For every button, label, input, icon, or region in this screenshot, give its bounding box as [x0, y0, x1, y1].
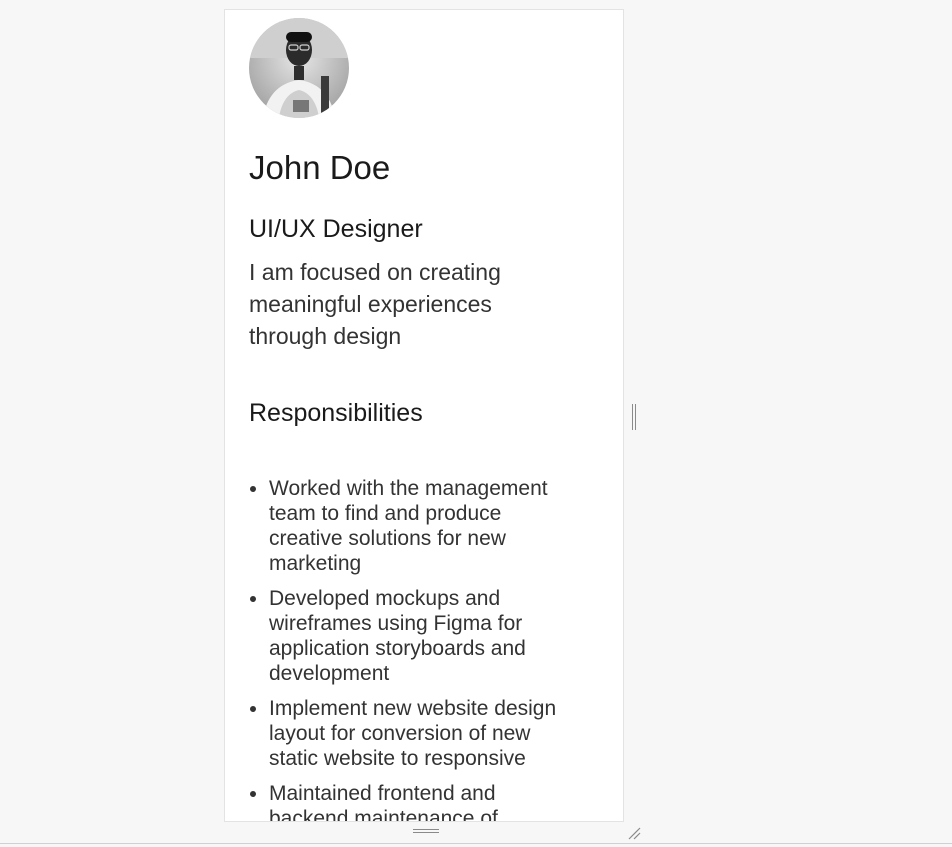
divider: [0, 843, 952, 844]
handle-line: [413, 829, 439, 830]
width-resize-handle[interactable]: [631, 404, 637, 430]
list-item: Developed mockups and wireframes using F…: [269, 586, 569, 686]
responsibilities-list: Worked with the management team to find …: [249, 476, 599, 821]
handle-line: [413, 832, 439, 833]
resize-grip-icon[interactable]: [627, 826, 641, 840]
page: John Doe UI/UX Designer I am focused on …: [0, 0, 952, 847]
profile-role: UI/UX Designer: [249, 214, 423, 243]
profile-name: John Doe: [249, 149, 391, 186]
profile-tagline: I am focused on creating meaningful expe…: [249, 258, 501, 349]
profile-avatar: [249, 18, 349, 118]
responsibilities-heading: Responsibilities: [249, 398, 423, 427]
avatar-photo-icon: [249, 18, 349, 118]
list-item: Worked with the management team to find …: [269, 476, 569, 576]
profile-content: John Doe UI/UX Designer I am focused on …: [225, 10, 623, 821]
handle-line: [632, 404, 633, 430]
height-resize-handle[interactable]: [413, 828, 439, 834]
handle-line: [635, 404, 636, 430]
responsive-preview-viewport[interactable]: John Doe UI/UX Designer I am focused on …: [224, 9, 624, 822]
list-item: Implement new website design layout for …: [269, 696, 569, 771]
list-item: Maintained frontend and backend maintena…: [269, 781, 569, 821]
